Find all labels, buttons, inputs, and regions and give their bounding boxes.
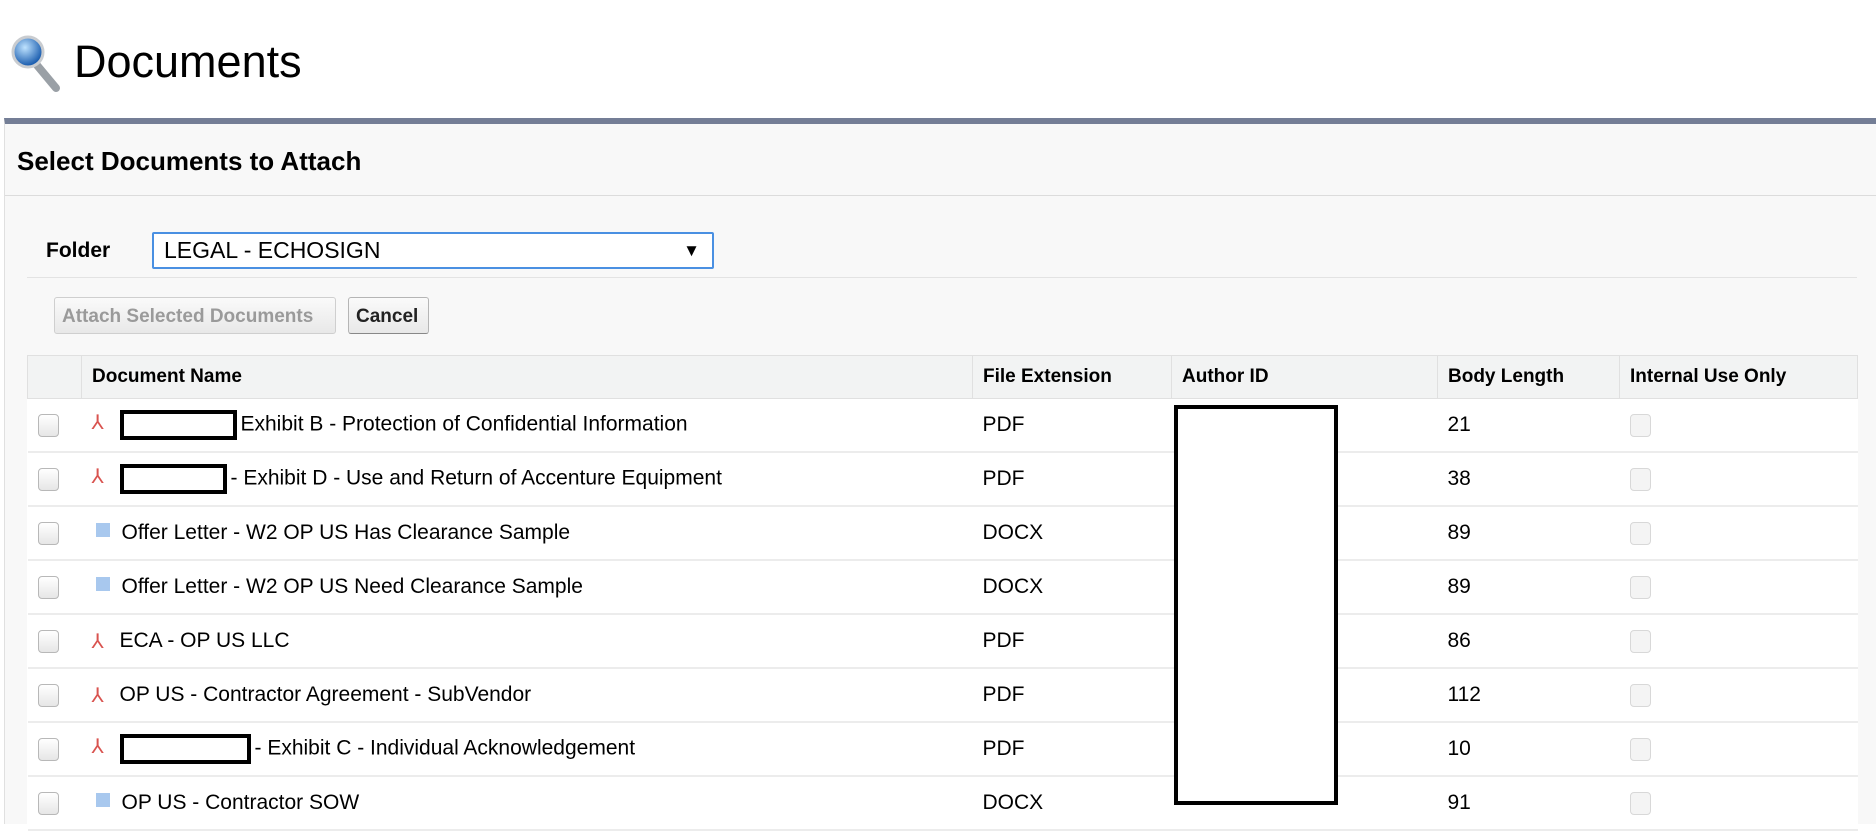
- body-length: 89: [1437, 560, 1620, 615]
- document-name-cell[interactable]: Offer Letter - W2 OP US Need Clearance S…: [81, 560, 973, 615]
- pdf-icon: ⅄: [91, 630, 104, 653]
- pdf-icon: ⅄: [91, 736, 104, 758]
- redaction-box: [119, 734, 251, 764]
- column-header-file-extension[interactable]: File Extension: [972, 355, 1172, 399]
- pdf-icon: ⅄: [91, 684, 104, 707]
- documents-table: Document Name File Extension Author ID B…: [27, 355, 1858, 831]
- table-row: ⅄ - Exhibit D - Use and Return of Accentu…: [27, 452, 1858, 507]
- document-name[interactable]: ECA - OP US LLC: [120, 629, 290, 652]
- divider: [27, 277, 1857, 278]
- select-row-checkbox[interactable]: [37, 575, 59, 599]
- internal-use-only-checkbox: [1629, 467, 1651, 491]
- document-name-cell[interactable]: OP US - Contractor SOW: [81, 776, 973, 831]
- file-extension: PDF: [972, 668, 1172, 723]
- table-row: ⅄ - Exhibit C - Individual Acknowledgemen…: [27, 722, 1858, 777]
- file-extension: DOCX: [972, 776, 1172, 831]
- document-name-cell[interactable]: ⅄ OP US - Contractor Agreement - SubVendo…: [81, 668, 973, 723]
- column-header-author-id[interactable]: Author ID: [1171, 355, 1438, 399]
- body-length: 112: [1437, 668, 1620, 723]
- redaction-box: [119, 464, 227, 494]
- document-name-cell[interactable]: Offer Letter - W2 OP US Has Clearance Sa…: [81, 506, 973, 561]
- internal-use-only-checkbox: [1629, 737, 1651, 761]
- internal-use-only-checkbox: [1629, 575, 1651, 599]
- select-column-header: [27, 355, 82, 399]
- table-row: ⅄ OP US - Contractor Agreement - SubVendo…: [27, 668, 1858, 723]
- column-header-document-name[interactable]: Document Name: [81, 355, 973, 399]
- folder-label: Folder: [46, 239, 111, 262]
- docx-icon: [95, 577, 110, 591]
- cancel-button[interactable]: Cancel: [348, 297, 429, 334]
- select-row-checkbox[interactable]: [37, 629, 59, 653]
- redaction-box: [1174, 405, 1338, 805]
- document-name-cell[interactable]: ⅄ Exhibit B - Protection of Confidential …: [81, 398, 973, 453]
- select-row-checkbox[interactable]: [37, 413, 59, 437]
- magnifier-icon: [11, 35, 60, 92]
- file-extension: DOCX: [972, 560, 1172, 615]
- document-name-cell[interactable]: ⅄ ECA - OP US LLC: [81, 614, 973, 669]
- docx-icon: [95, 523, 110, 537]
- pdf-icon: ⅄: [91, 412, 104, 434]
- redaction-box: [119, 410, 237, 440]
- internal-use-only-checkbox: [1629, 521, 1651, 545]
- column-header-internal-use-only[interactable]: Internal Use Only: [1619, 355, 1858, 399]
- attach-documents-panel: Select Documents to Attach Folder LEGAL …: [4, 118, 1876, 831]
- body-length: 21: [1437, 398, 1620, 453]
- table-header-row: Document Name File Extension Author ID B…: [27, 355, 1858, 399]
- internal-use-only-checkbox: [1629, 791, 1651, 815]
- pdf-icon: ⅄: [91, 466, 104, 488]
- file-extension: PDF: [972, 614, 1172, 669]
- table-row: Offer Letter - W2 OP US Need Clearance S…: [27, 560, 1858, 615]
- body-length: 89: [1437, 506, 1620, 561]
- file-extension: PDF: [972, 722, 1172, 777]
- body-length: 38: [1437, 452, 1620, 507]
- document-name-cell[interactable]: ⅄ - Exhibit D - Use and Return of Accentu…: [81, 452, 973, 507]
- document-name[interactable]: Offer Letter - W2 OP US Has Clearance Sa…: [122, 521, 571, 544]
- file-extension: PDF: [972, 398, 1172, 453]
- panel-heading: Select Documents to Attach: [17, 146, 362, 176]
- document-name[interactable]: - Exhibit C - Individual Acknowledgement: [255, 737, 636, 760]
- folder-select[interactable]: LEGAL - ECHOSIGN ▼: [152, 232, 714, 269]
- table-row: Offer Letter - W2 OP US Has Clearance Sa…: [27, 506, 1858, 561]
- dropdown-arrow-icon: ▼: [683, 241, 700, 260]
- internal-use-only-checkbox: [1629, 683, 1651, 707]
- docx-icon: [95, 793, 110, 807]
- select-row-checkbox[interactable]: [37, 791, 59, 815]
- document-name[interactable]: - Exhibit D - Use and Return of Accentur…: [231, 467, 722, 490]
- body-length: 10: [1437, 722, 1620, 777]
- document-name[interactable]: OP US - Contractor Agreement - SubVendor: [120, 683, 532, 706]
- divider: [5, 195, 1876, 196]
- table-row: ⅄ Exhibit B - Protection of Confidential …: [27, 398, 1858, 453]
- document-name-cell[interactable]: ⅄ - Exhibit C - Individual Acknowledgemen…: [81, 722, 973, 777]
- internal-use-only-checkbox: [1629, 629, 1651, 653]
- column-header-body-length[interactable]: Body Length: [1437, 355, 1620, 399]
- attach-selected-documents-button[interactable]: Attach Selected Documents: [54, 297, 336, 334]
- body-length: 91: [1437, 776, 1620, 831]
- document-name[interactable]: OP US - Contractor SOW: [122, 791, 360, 814]
- select-row-checkbox[interactable]: [37, 683, 59, 707]
- table-row: OP US - Contractor SOW DOCX 91: [27, 776, 1858, 831]
- body-length: 86: [1437, 614, 1620, 669]
- select-row-checkbox[interactable]: [37, 521, 59, 545]
- internal-use-only-checkbox: [1629, 413, 1651, 437]
- document-name[interactable]: Offer Letter - W2 OP US Need Clearance S…: [122, 575, 583, 598]
- table-row: ⅄ ECA - OP US LLC PDF 86: [27, 614, 1858, 669]
- page-title: Documents: [74, 36, 302, 87]
- folder-selected-value: LEGAL - ECHOSIGN: [164, 237, 381, 263]
- document-name[interactable]: Exhibit B - Protection of Confidential I…: [241, 413, 688, 436]
- select-row-checkbox[interactable]: [37, 467, 59, 491]
- file-extension: DOCX: [972, 506, 1172, 561]
- select-row-checkbox[interactable]: [37, 737, 59, 761]
- file-extension: PDF: [972, 452, 1172, 507]
